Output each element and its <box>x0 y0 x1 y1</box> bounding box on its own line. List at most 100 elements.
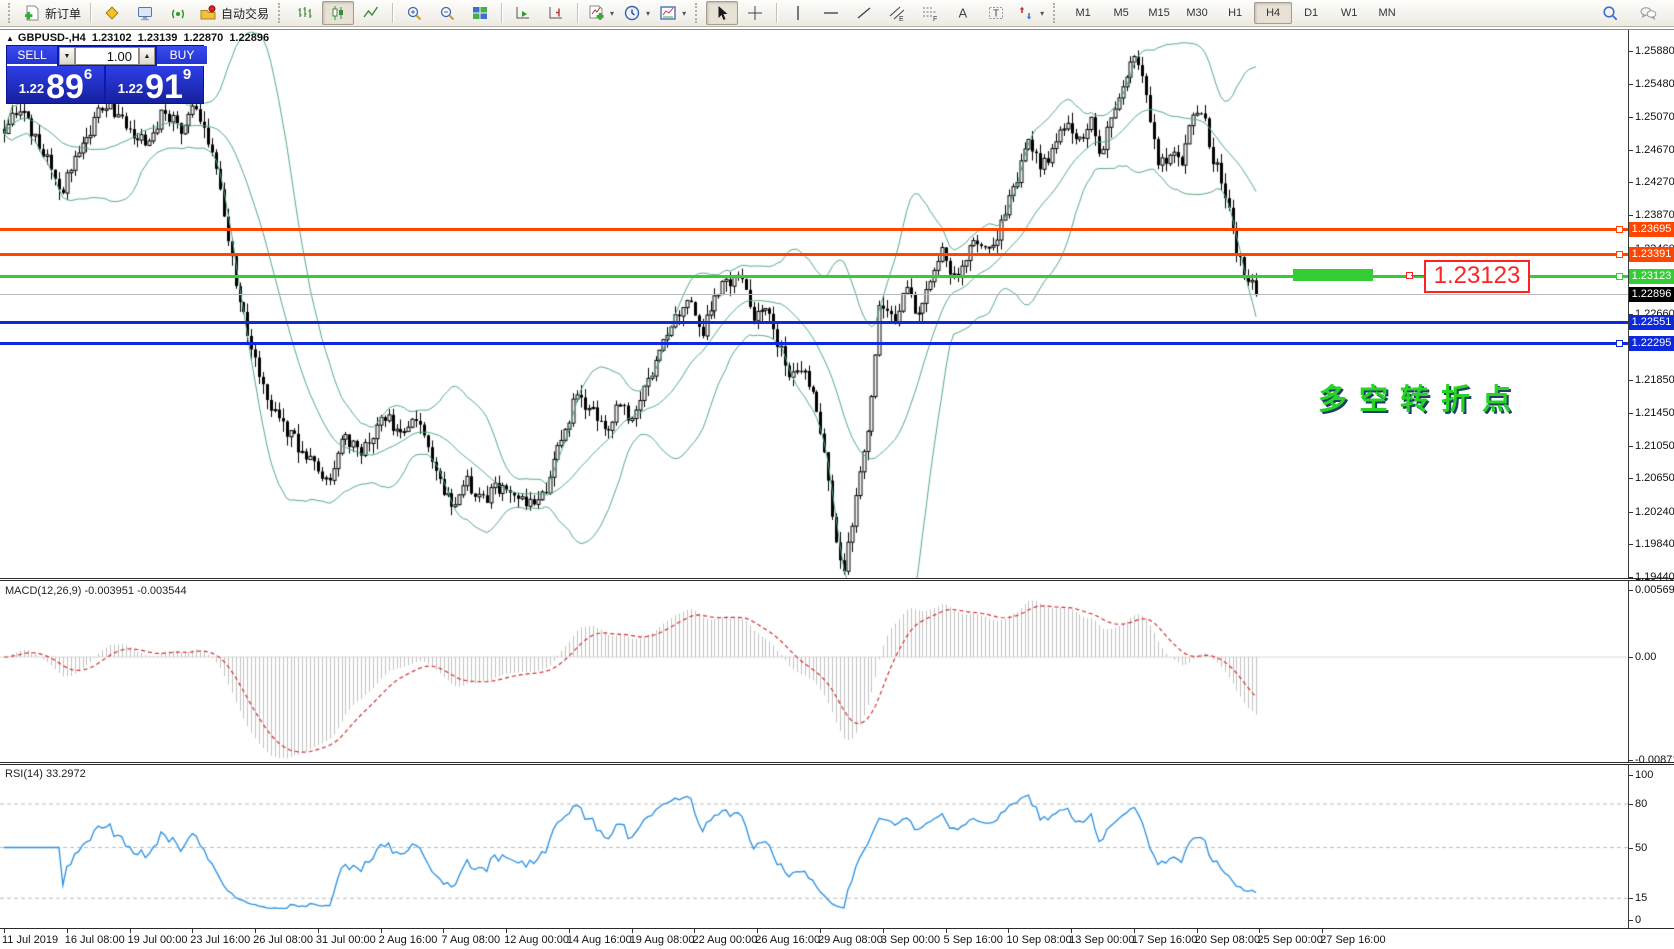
level-anchor[interactable] <box>1616 251 1623 258</box>
chat-button[interactable] <box>1632 1 1664 25</box>
toolbar: 新订单 自动交易 ▾ ▾ ▾ E F A T ▾ <box>0 0 1674 27</box>
indicators-add-icon <box>587 4 605 22</box>
timeframe-D1[interactable]: D1 <box>1292 2 1330 24</box>
auto-trading-button[interactable]: 自动交易 <box>195 1 273 25</box>
panel-divider[interactable] <box>0 762 1674 765</box>
timeframe-M30[interactable]: M30 <box>1178 2 1216 24</box>
volume-input[interactable] <box>75 47 139 65</box>
dropdown-caret: ▾ <box>1040 9 1044 18</box>
cursor-icon <box>713 4 731 22</box>
separator <box>90 3 91 23</box>
zoom-in-button[interactable] <box>398 1 430 25</box>
tile-windows-button[interactable] <box>464 1 496 25</box>
volume-decrease-button[interactable]: ▼ <box>59 47 75 65</box>
periods-button[interactable]: ▾ <box>619 1 654 25</box>
green-highlight-rectangle[interactable] <box>1293 269 1373 281</box>
text-label-icon: T <box>987 4 1005 22</box>
timeframe-W1[interactable]: W1 <box>1330 2 1368 24</box>
cursor-tool-button[interactable] <box>706 1 738 25</box>
indicators-button[interactable]: ▾ <box>583 1 618 25</box>
horizontal-line-tool-button[interactable] <box>815 1 847 25</box>
chinese-annotation[interactable]: 多空转折点 <box>1318 376 1523 418</box>
new-order-button[interactable]: 新订单 <box>19 1 85 25</box>
channel-icon: E <box>888 4 906 22</box>
time-label: 12 Aug 00:00 <box>504 934 569 946</box>
fibonacci-icon: F <box>921 4 939 22</box>
buy-price[interactable]: 1.22 91 9 <box>106 66 203 103</box>
toolbar-drag-handle[interactable] <box>695 3 701 23</box>
sell-button[interactable]: SELL <box>7 46 57 66</box>
trendline-tool-button[interactable] <box>848 1 880 25</box>
price-badge-1.23123: 1.23123 <box>1629 269 1674 284</box>
price-axis[interactable]: 1.258801.254801.250701.246701.242701.238… <box>1628 30 1674 928</box>
sell-price[interactable]: 1.22 89 6 <box>7 66 104 103</box>
price-callout-label[interactable]: 1.23123 <box>1424 260 1530 293</box>
rsi-tick: 15 <box>1628 892 1647 904</box>
horizontal-level-line-1.23695[interactable] <box>0 228 1628 231</box>
horizontal-level-line-1.22551[interactable] <box>0 321 1628 324</box>
chart-shift-button[interactable] <box>540 1 572 25</box>
signals-button[interactable] <box>162 1 194 25</box>
auto-scroll-button[interactable] <box>507 1 539 25</box>
toolbar-drag-handle[interactable] <box>8 3 14 23</box>
svg-text:A: A <box>959 6 968 21</box>
time-tick <box>67 929 68 933</box>
horizontal-level-line-1.22295[interactable] <box>0 342 1628 345</box>
template-icon <box>659 4 677 22</box>
panel-divider[interactable] <box>0 578 1674 581</box>
time-axis[interactable]: 11 Jul 201916 Jul 08:0019 Jul 00:0023 Ju… <box>0 928 1674 949</box>
rsi-panel-canvas[interactable] <box>0 765 1628 928</box>
ohlc-close: 1.22896 <box>229 32 269 44</box>
price-tick: 1.23870 <box>1628 209 1674 221</box>
timeframe-M1[interactable]: M1 <box>1064 2 1102 24</box>
macd-panel-canvas[interactable] <box>0 581 1628 762</box>
text-tool-button[interactable]: A <box>947 1 979 25</box>
vertical-line-icon <box>789 4 807 22</box>
symbol-name: GBPUSD-,H4 <box>18 32 86 44</box>
timeframe-H1[interactable]: H1 <box>1216 2 1254 24</box>
symbol-header[interactable]: ▲GBPUSD-,H4 1.23102 1.23139 1.22870 1.22… <box>6 32 272 44</box>
vertical-line-tool-button[interactable] <box>782 1 814 25</box>
level-anchor[interactable] <box>1616 273 1623 280</box>
label-tool-button[interactable]: T <box>980 1 1012 25</box>
crosshair-icon <box>746 4 764 22</box>
main-chart-canvas[interactable] <box>0 30 1628 578</box>
level-anchor[interactable] <box>1616 340 1623 347</box>
buy-button[interactable]: BUY <box>157 46 207 66</box>
channel-tool-button[interactable]: E <box>881 1 913 25</box>
search-button[interactable] <box>1594 1 1626 25</box>
time-tick <box>1322 929 1323 933</box>
price-tick: 1.24270 <box>1628 176 1674 188</box>
timeframe-M15[interactable]: M15 <box>1140 2 1178 24</box>
horizontal-level-line-1.23123[interactable] <box>0 275 1628 278</box>
toolbar-drag-handle[interactable] <box>278 3 284 23</box>
sell-price-pip: 6 <box>84 66 92 83</box>
timeframe-H4[interactable]: H4 <box>1254 2 1292 24</box>
volume-increase-button[interactable]: ▲ <box>139 47 155 65</box>
clock-icon <box>623 4 641 22</box>
macd-values: -0.003951 -0.003544 <box>84 585 186 597</box>
zoom-out-button[interactable] <box>431 1 463 25</box>
level-anchor[interactable] <box>1616 226 1623 233</box>
crosshair-tool-button[interactable] <box>739 1 771 25</box>
templates-button[interactable]: ▾ <box>655 1 690 25</box>
candlestick-mode-button[interactable] <box>322 1 354 25</box>
chart-shift-icon <box>547 4 565 22</box>
market-watch-button[interactable] <box>129 1 161 25</box>
bar-chart-mode-button[interactable] <box>289 1 321 25</box>
timeframe-M5[interactable]: M5 <box>1102 2 1140 24</box>
line-chart-mode-button[interactable] <box>355 1 387 25</box>
collapse-arrow-icon[interactable]: ▲ <box>6 34 14 43</box>
fibonacci-tool-button[interactable]: F <box>914 1 946 25</box>
svg-text:E: E <box>899 16 904 22</box>
horizontal-level-line-1.22896[interactable] <box>0 294 1628 295</box>
arrows-tool-button[interactable]: ▾ <box>1013 1 1048 25</box>
price-badge-1.23391: 1.23391 <box>1629 247 1674 262</box>
profiles-button[interactable] <box>96 1 128 25</box>
toolbar-drag-handle[interactable] <box>1053 3 1059 23</box>
timeframe-MN[interactable]: MN <box>1368 2 1406 24</box>
macd-tick: 0.00 <box>1628 651 1656 663</box>
time-tick <box>1197 929 1198 933</box>
time-label: 7 Aug 08:00 <box>441 934 500 946</box>
horizontal-level-line-1.23391[interactable] <box>0 253 1628 256</box>
